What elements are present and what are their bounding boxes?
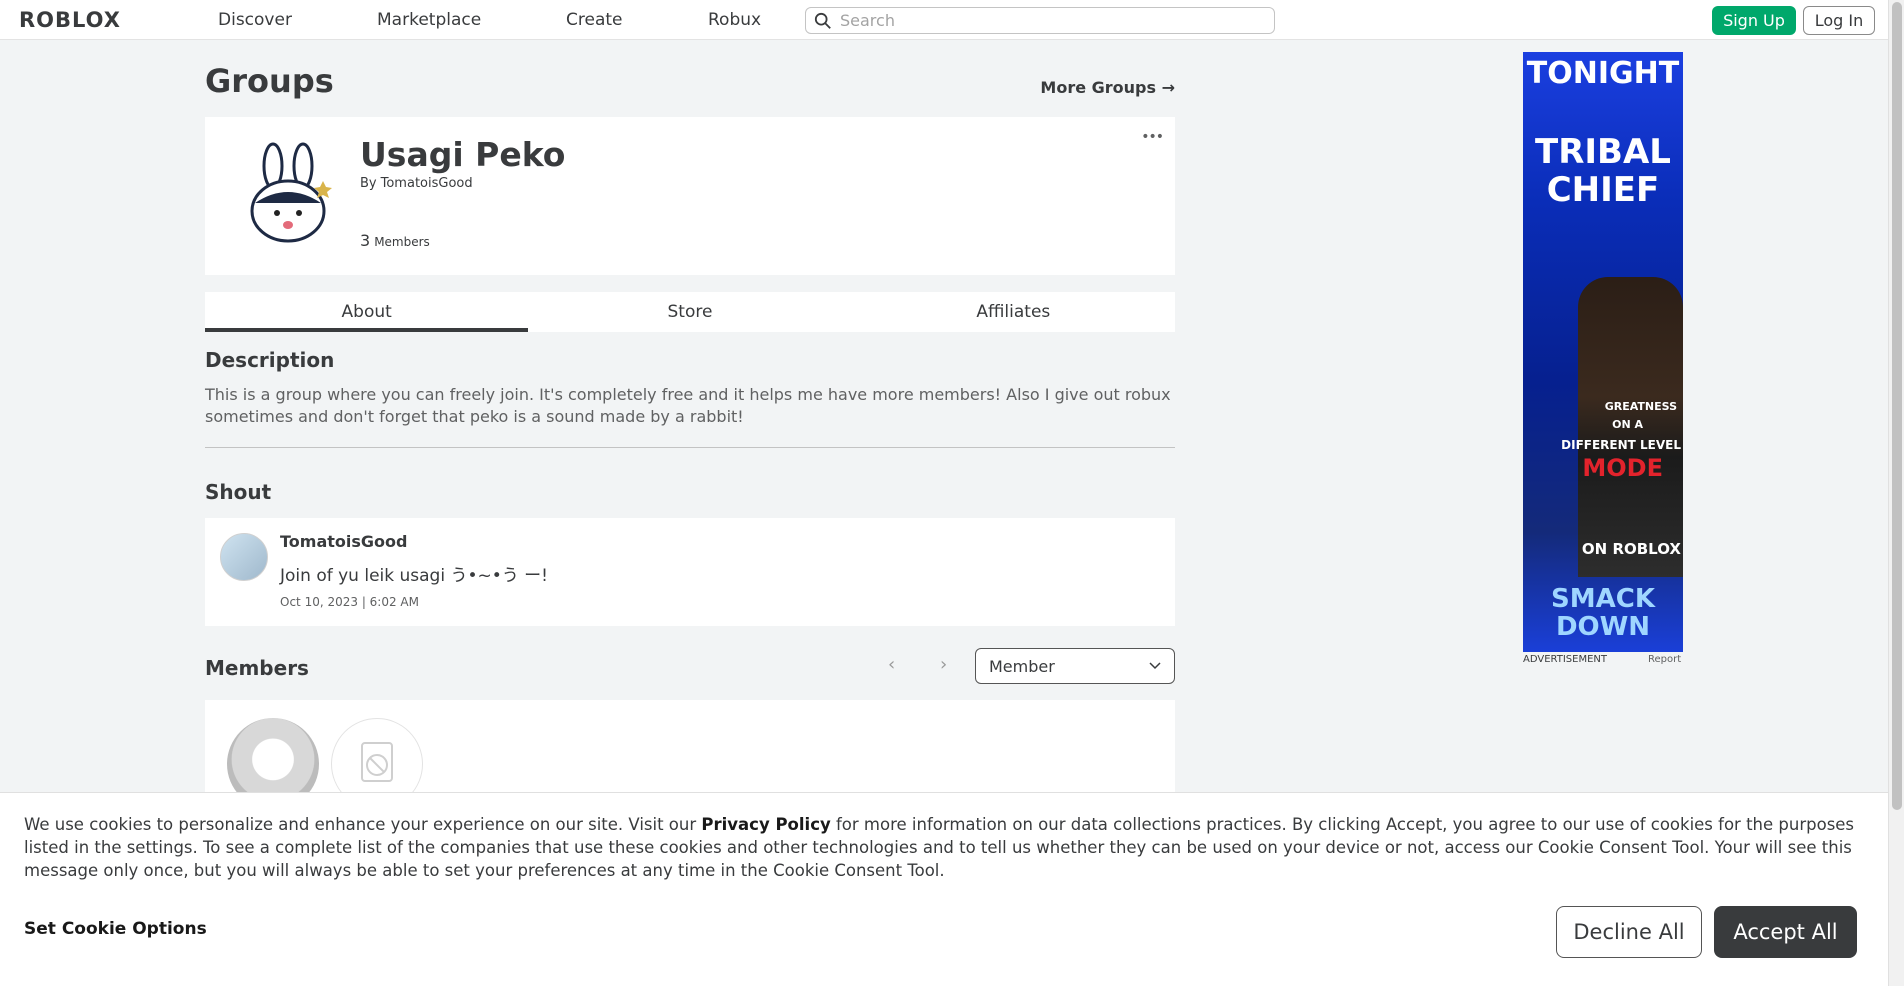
chevron-down-icon	[1149, 662, 1161, 670]
nav-create[interactable]: Create	[566, 10, 623, 30]
group-owner-link[interactable]: TomatoisGood	[381, 176, 473, 191]
group-header-card: Usagi Peko By TomatoisGood 3 Members •••	[205, 117, 1175, 275]
members-prev-page-icon[interactable]: ‹	[888, 654, 895, 675]
ad-text-on-roblox: ON ROBLOX	[1581, 540, 1681, 558]
shout-card: TomatoisGood Join of yu leik usagi う•~•う…	[205, 518, 1175, 626]
ad-text-different-level: DIFFERENT LEVEL	[1561, 438, 1681, 452]
advertisement-banner[interactable]: TONIGHT TRIBAL CHIEF GREATNESS ON A DIFF…	[1523, 52, 1683, 652]
ad-text-smack: SMACK	[1551, 584, 1655, 614]
page-scrollbar[interactable]	[1888, 0, 1904, 986]
group-emblem	[250, 142, 332, 243]
roblox-logo[interactable]: ROBLOX	[19, 8, 121, 32]
cookie-consent-text: We use cookies to personalize and enhanc…	[24, 813, 1864, 882]
ad-text-chief: CHIEF	[1546, 170, 1660, 210]
group-tabs: About Store Affiliates	[205, 292, 1175, 332]
by-label: By	[360, 176, 377, 191]
nav-discover[interactable]: Discover	[218, 10, 292, 30]
nav-robux[interactable]: Robux	[708, 10, 761, 30]
cookie-text-before: We use cookies to personalize and enhanc…	[24, 815, 702, 834]
nav-marketplace[interactable]: Marketplace	[377, 10, 481, 30]
member-count-number: 3	[360, 231, 371, 250]
shout-title: Shout	[205, 480, 272, 504]
report-ad-link[interactable]: Report	[1648, 654, 1681, 665]
ad-text-tribal: TRIBAL	[1535, 132, 1671, 172]
shout-author-name[interactable]: TomatoisGood	[280, 532, 407, 551]
group-owner-line: By TomatoisGood	[360, 176, 473, 191]
description-text: This is a group where you can freely joi…	[205, 385, 1171, 426]
tab-affiliates[interactable]: Affiliates	[852, 292, 1175, 332]
shout-date: Oct 10, 2023 | 6:02 AM	[280, 595, 419, 609]
tab-about[interactable]: About	[205, 292, 529, 332]
decline-all-button[interactable]: Decline All	[1556, 906, 1702, 958]
scrollbar-thumb[interactable]	[1892, 2, 1902, 810]
sign-up-button[interactable]: Sign Up	[1712, 6, 1796, 35]
role-select-value: Member	[989, 656, 1055, 676]
top-nav-bar: ROBLOX Discover Marketplace Create Robux…	[0, 0, 1888, 40]
more-groups-link[interactable]: More Groups →	[1040, 78, 1175, 97]
ad-text-mode: MODE	[1582, 454, 1663, 482]
members-title: Members	[205, 656, 309, 680]
log-in-button[interactable]: Log In	[1803, 6, 1875, 35]
more-options-icon[interactable]: •••	[1141, 129, 1164, 145]
member-count-label: Members	[374, 235, 430, 249]
member-role-select[interactable]: Member	[975, 648, 1175, 684]
members-next-page-icon[interactable]: ›	[940, 654, 947, 675]
advertisement-label: ADVERTISEMENT	[1523, 654, 1608, 665]
ad-text-down: DOWN	[1555, 612, 1651, 642]
ad-text-greatness: GREATNESS	[1604, 400, 1677, 413]
tab-store[interactable]: Store	[528, 292, 851, 332]
ad-text-on-a: ON A	[1612, 418, 1643, 431]
accept-all-button[interactable]: Accept All	[1714, 906, 1857, 958]
section-divider	[205, 447, 1175, 448]
ad-text-tonight: TONIGHT	[1526, 56, 1680, 91]
search-icon	[814, 12, 831, 29]
search-placeholder: Search	[840, 11, 895, 30]
cookie-consent-banner: We use cookies to personalize and enhanc…	[0, 792, 1888, 986]
privacy-policy-link[interactable]: Privacy Policy	[701, 815, 830, 834]
search-input[interactable]: Search	[805, 7, 1275, 34]
page-title: Groups	[205, 62, 334, 100]
shout-author-avatar[interactable]	[220, 533, 268, 581]
description-title: Description	[205, 348, 335, 372]
group-name: Usagi Peko	[360, 135, 566, 174]
set-cookie-options-link[interactable]: Set Cookie Options	[24, 919, 207, 939]
member-count: 3 Members	[360, 231, 430, 250]
shout-text: Join of yu leik usagi う•~•う ー!	[280, 566, 548, 586]
